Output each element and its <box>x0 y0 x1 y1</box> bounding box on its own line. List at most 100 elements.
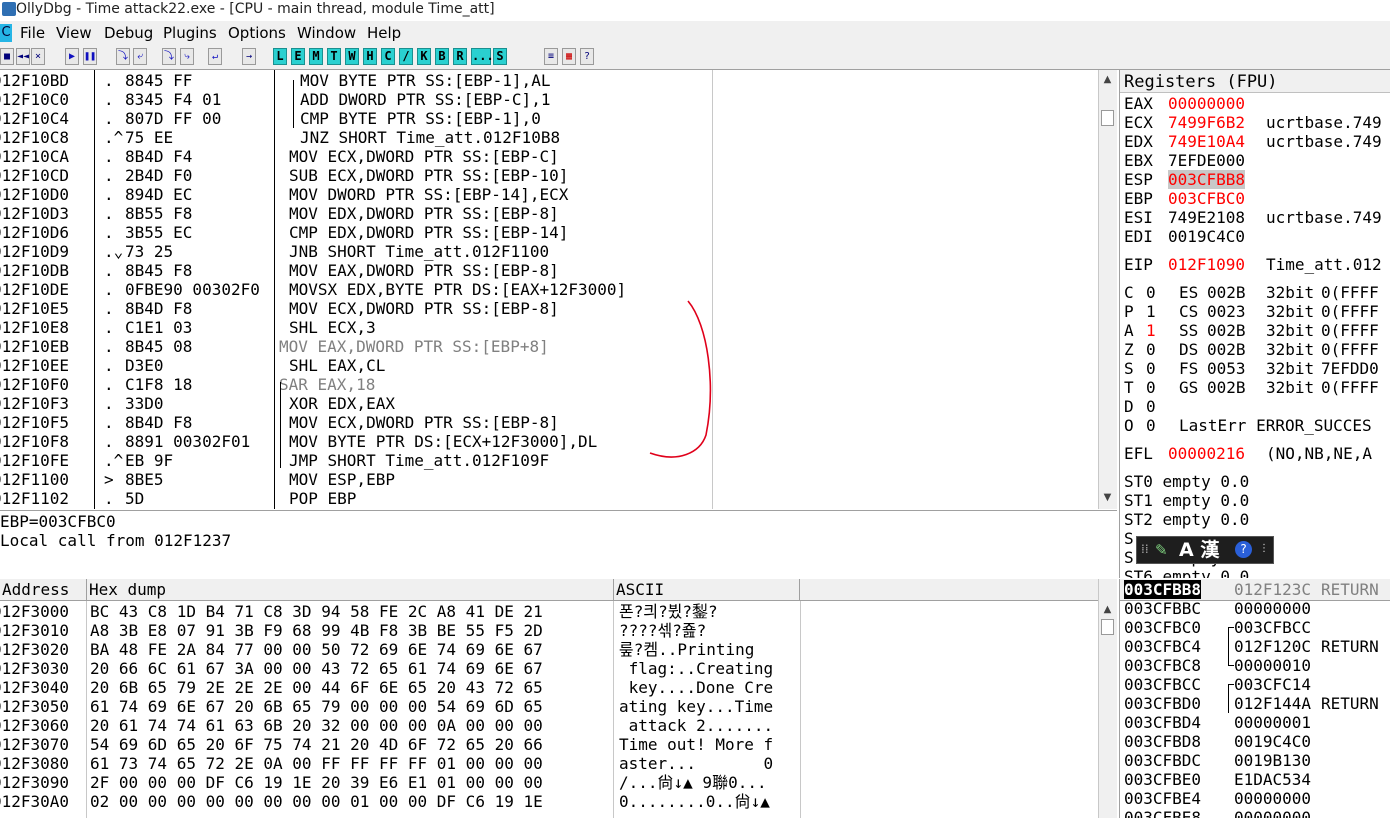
stack-address: 003CFBD0 <box>1124 694 1202 713</box>
disasm-instruction: MOV ECX,DWORD PTR SS:[EBP-C] <box>289 147 559 166</box>
memory-button[interactable]: M <box>309 48 323 65</box>
disasm-instruction: MOV BYTE PTR SS:[EBP-1],AL <box>300 71 551 90</box>
trace-into-icon[interactable]: ⤵ <box>162 48 176 65</box>
disasm-address: 012F10F8 <box>0 432 70 451</box>
segment-base: 0(FFFF <box>1321 283 1379 302</box>
run-icon[interactable]: ▶ <box>65 48 79 65</box>
disasm-hex: EB 9F <box>125 451 174 470</box>
ime-help-icon[interactable]: ? <box>1235 541 1252 558</box>
scroll-up-icon[interactable]: ▲ <box>1101 73 1114 86</box>
cpu-button[interactable]: C <box>381 48 395 65</box>
window-title: OllyDbg - Time attack22.exe - [CPU - mai… <box>16 1 495 17</box>
run-trace-button[interactable]: ... <box>471 48 494 65</box>
call-stack-button[interactable]: K <box>417 48 431 65</box>
step-over-icon[interactable]: ⤶ <box>133 48 147 65</box>
log-window-button[interactable]: L <box>273 48 287 65</box>
disasm-instruction: MOV ECX,DWORD PTR SS:[EBP-8] <box>289 299 559 318</box>
pause-icon[interactable]: ❚❚ <box>83 48 97 65</box>
disasm-address: 012F10BD <box>0 71 70 90</box>
flag-value: 0 <box>1146 340 1156 359</box>
disassembly-pane[interactable]: 012F10BD. 8845 FF MOV BYTE PTR SS:[EBP-1],… <box>0 70 1117 509</box>
stack-value: 00000010 <box>1234 656 1312 675</box>
open-button[interactable]: ■ <box>0 48 14 65</box>
jump-bracket <box>293 80 295 128</box>
dump-header-hex[interactable]: Hex dump <box>87 579 614 601</box>
ime-options-icon[interactable]: ⋮ <box>1259 543 1269 554</box>
dump-scrollbar[interactable]: ▲ <box>1098 579 1117 818</box>
disasm-instruction: MOV EAX,DWORD PTR SS:[EBP+8] <box>279 337 549 356</box>
dump-address: 012F3040 <box>0 678 70 697</box>
menu-debug[interactable]: Debug <box>104 24 153 42</box>
branch-marker: . <box>104 432 114 451</box>
threads-button[interactable]: T <box>327 48 341 65</box>
execute-till-return-icon[interactable]: ↵ <box>208 48 222 65</box>
dump-header-ascii[interactable]: ASCII <box>614 579 800 601</box>
trace-over-icon[interactable]: ⤷ <box>180 48 194 65</box>
appearance-icon[interactable]: ≡ <box>544 48 558 65</box>
stack-address: 003CFBBC <box>1124 599 1202 618</box>
segment-bits: 32bit <box>1266 321 1315 340</box>
register-name: EAX <box>1124 94 1153 113</box>
menu-options[interactable]: Options <box>228 24 286 42</box>
scroll-down-icon[interactable]: ▼ <box>1101 491 1114 504</box>
options-icon[interactable]: ▦ <box>562 48 576 65</box>
stack-comment: RETURN <box>1321 637 1379 656</box>
register-value: 00000216 <box>1168 444 1246 463</box>
grip-icon[interactable]: ⁞⁞ <box>1141 542 1149 556</box>
breakpoints-button[interactable]: B <box>435 48 449 65</box>
stack-value: 0019B130 <box>1234 751 1312 770</box>
dump-ascii: 폰?킈?뷨?鋫? <box>619 602 718 621</box>
register-value: 749E10A4 <box>1168 132 1246 151</box>
disasm-address: 012F10EB <box>0 337 70 356</box>
registers-pane[interactable]: Registers (FPU) EAX 00000000 ECX 7499F6B2 uc… <box>1119 70 1390 578</box>
disasm-instruction: MOV ESP,EBP <box>289 470 395 489</box>
dump-ascii: 0........0..尙↓▲ <box>619 792 770 811</box>
scroll-thumb[interactable] <box>1101 110 1114 126</box>
menu-file[interactable]: File <box>20 24 45 42</box>
references-button[interactable]: R <box>453 48 467 65</box>
ime-toolbar[interactable]: ⁞⁞ ✎ A 漢 ? ⋮ <box>1136 536 1274 564</box>
info-line: Local call from 012F1237 <box>0 531 232 550</box>
disasm-instruction: CMP BYTE PTR SS:[EBP-1],0 <box>300 109 541 128</box>
register-name: EBX <box>1124 151 1153 170</box>
menu-window[interactable]: Window <box>297 24 356 42</box>
patches-button[interactable]: / <box>399 48 413 65</box>
stack-address: 003CFBE0 <box>1124 770 1202 789</box>
menu-help[interactable]: Help <box>367 24 401 42</box>
menu-plugins[interactable]: Plugins <box>163 24 217 42</box>
segment-bits: 32bit <box>1266 340 1315 359</box>
flag-name: D <box>1124 397 1134 416</box>
ime-mode-label[interactable]: A 漢 <box>1179 539 1219 561</box>
go-to-address-icon[interactable]: → <box>242 48 256 65</box>
stack-pane[interactable]: 003CFBB8 012F123C RETURN 003CFBBC 00000000 00… <box>1119 579 1390 818</box>
branch-marker: .⌄ <box>104 242 124 261</box>
scroll-up-icon[interactable]: ▲ <box>1101 603 1114 616</box>
windows-button[interactable]: W <box>345 48 359 65</box>
disasm-hex: 8845 FF <box>125 71 193 90</box>
close-process-icon[interactable]: × <box>31 48 45 65</box>
handles-button[interactable]: H <box>363 48 377 65</box>
flag-value: 0 <box>1146 397 1156 416</box>
restart-icon[interactable]: ◄◄ <box>16 48 30 65</box>
disasm-instruction: ADD DWORD PTR SS:[EBP-C],1 <box>300 90 551 109</box>
hex-dump-pane[interactable]: Address Hex dump ASCII 012F3000 BC 43 C8 … <box>0 579 1117 818</box>
source-button[interactable]: S <box>493 48 507 65</box>
register-comment: ucrtbase.749 <box>1266 113 1382 132</box>
step-into-icon[interactable]: ⤵ <box>116 48 130 65</box>
disassembly-scrollbar[interactable]: ▲ ▼ <box>1098 70 1117 509</box>
hand-drawn-annotation <box>649 300 712 458</box>
scroll-thumb[interactable] <box>1101 619 1114 635</box>
segment-base: 0(FFFF <box>1321 302 1379 321</box>
modules-button[interactable]: E <box>291 48 305 65</box>
cpu-window-icon[interactable]: C <box>0 24 12 42</box>
dump-header-address[interactable]: Address <box>0 579 87 601</box>
branch-marker: . <box>104 261 114 280</box>
info-line: EBP=003CFBC0 <box>0 512 116 531</box>
register-name: EIP <box>1124 255 1153 274</box>
title-bar[interactable]: OllyDbg - Time attack22.exe - [CPU - mai… <box>0 0 1390 20</box>
help-icon[interactable]: ? <box>580 48 594 65</box>
register-comment: ucrtbase.749 <box>1266 208 1382 227</box>
ime-tool-icon[interactable]: ✎ <box>1155 541 1168 559</box>
menu-view[interactable]: View <box>56 24 92 42</box>
dump-hex: 61 73 74 65 72 2E 0A 00 FF FF FF FF 01 0… <box>90 754 543 773</box>
